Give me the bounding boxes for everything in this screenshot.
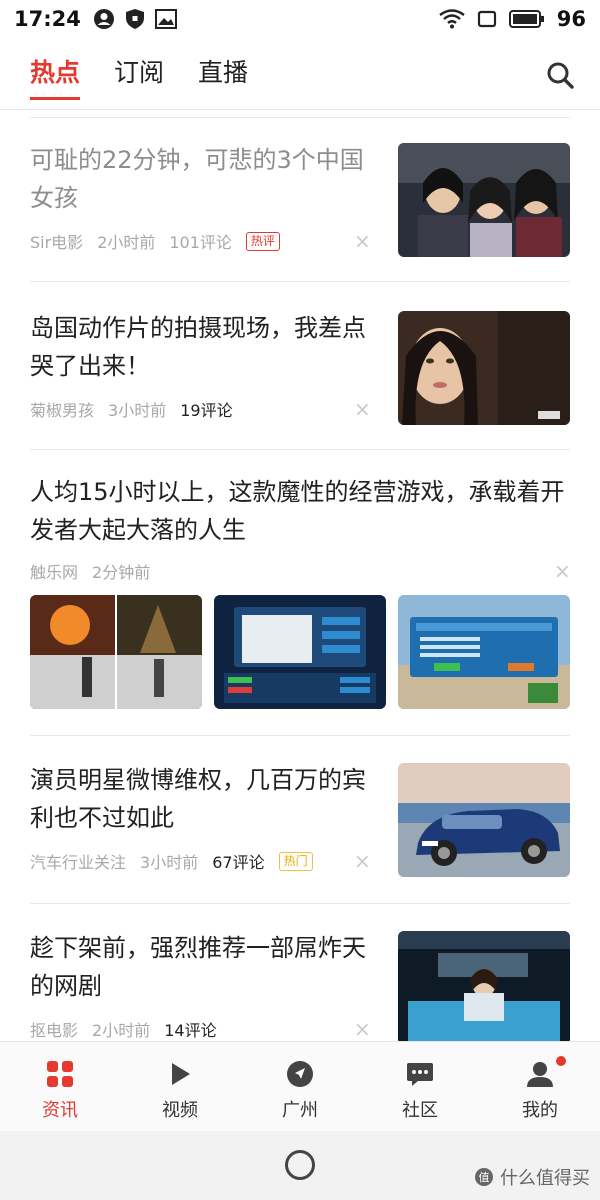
- news-thumbnail: [398, 143, 570, 257]
- dismiss-icon[interactable]: ×: [354, 399, 371, 419]
- divider: [30, 735, 570, 736]
- battery-level: 96: [556, 7, 586, 31]
- system-nav-bar: 值 什么值得买: [0, 1131, 600, 1200]
- news-comments: 67评论: [212, 853, 265, 872]
- account-icon: [93, 9, 114, 29]
- news-title: 趁下架前，强烈推荐一部屌炸天的网剧: [30, 934, 366, 1000]
- nav-label: 资讯: [42, 1100, 78, 1121]
- nav-label: 我的: [522, 1100, 558, 1121]
- news-source: 抠电影: [30, 1021, 79, 1040]
- divider: [30, 281, 570, 282]
- news-feed[interactable]: 可耻的22分钟，可悲的3个中国女孩 Sir电影 2小时前 101评论 热评 × …: [0, 111, 600, 1041]
- sim-card-icon: [477, 10, 496, 28]
- dismiss-icon[interactable]: ×: [354, 1019, 371, 1039]
- tab-live[interactable]: 直播: [198, 40, 248, 110]
- dismiss-icon[interactable]: ×: [354, 851, 371, 871]
- trending-badge: 热门: [278, 851, 313, 871]
- nav-news[interactable]: 资讯: [0, 1042, 120, 1131]
- watermark-text: 什么值得买: [500, 1168, 590, 1189]
- image-icon: [154, 9, 177, 29]
- news-title: 演员明星微博维权，几百万的宾利也不过如此: [30, 766, 366, 832]
- hot-comment-badge: 热评: [245, 231, 280, 251]
- news-meta: 汽车行业关注 3小时前 67评论 热门: [30, 849, 313, 873]
- news-comments: 14评论: [164, 1021, 217, 1040]
- nav-label: 广州: [282, 1100, 318, 1121]
- dismiss-icon[interactable]: ×: [554, 561, 571, 581]
- watermark: 值 什么值得买: [474, 1164, 590, 1190]
- news-source: 触乐网: [30, 563, 79, 582]
- news-time: 2小时前: [97, 233, 156, 252]
- nav-city[interactable]: 广州: [240, 1042, 360, 1131]
- news-time: 3小时前: [108, 401, 167, 420]
- status-bar: 17:24 96: [0, 0, 600, 38]
- news-title: 可耻的22分钟，可悲的3个中国女孩: [30, 146, 364, 212]
- nav-community[interactable]: 社区: [360, 1042, 480, 1131]
- news-time: 2小时前: [92, 1021, 151, 1040]
- news-item[interactable]: 岛国动作片的拍摄现场，我差点哭了出来！ 菊椒男孩 3小时前 19评论 ×: [30, 309, 570, 429]
- news-thumbnail: [398, 595, 570, 709]
- news-source: Sir电影: [30, 233, 84, 252]
- tab-subscribe[interactable]: 订阅: [114, 40, 164, 110]
- notification-dot: [556, 1056, 566, 1066]
- news-source: 汽车行业关注: [30, 853, 127, 872]
- news-thumbnail: [214, 595, 386, 709]
- news-thumbnail: [398, 763, 570, 877]
- nav-video[interactable]: 视频: [120, 1042, 240, 1131]
- news-item[interactable]: 演员明星微博维权，几百万的宾利也不过如此 汽车行业关注 3小时前 67评论 热门…: [30, 761, 570, 881]
- divider: [30, 117, 570, 118]
- news-comments: 19评论: [180, 401, 233, 420]
- smzdm-logo-icon: 值: [475, 1168, 493, 1186]
- search-icon[interactable]: [546, 61, 574, 89]
- shield-icon: [125, 9, 144, 29]
- location-compass-icon: [287, 1061, 313, 1087]
- battery-icon: [508, 10, 544, 28]
- news-meta: 触乐网 2分钟前: [30, 559, 150, 583]
- nav-label: 社区: [402, 1100, 438, 1121]
- news-item[interactable]: 趁下架前，强烈推荐一部屌炸天的网剧 抠电影 2小时前 14评论 ×: [30, 929, 570, 1041]
- news-meta: 抠电影 2小时前 14评论: [30, 1017, 217, 1041]
- news-image-row: [30, 595, 570, 709]
- news-grid-icon: [47, 1061, 73, 1087]
- svg-text:值: 值: [479, 1171, 490, 1184]
- news-thumbnail: [30, 595, 202, 709]
- nav-profile[interactable]: 我的: [480, 1042, 600, 1131]
- play-icon: [172, 1063, 190, 1085]
- bottom-nav: 资讯 视频 广州 社区 我的: [0, 1041, 600, 1131]
- news-item[interactable]: 人均15小时以上，这款魔性的经营游戏，承载着开发者大起大落的人生 触乐网 2分钟…: [30, 473, 571, 582]
- chat-bubble-icon: [407, 1063, 433, 1086]
- home-button[interactable]: [285, 1150, 315, 1180]
- news-time: 2分钟前: [92, 563, 151, 582]
- news-title: 岛国动作片的拍摄现场，我差点哭了出来！: [30, 314, 366, 380]
- news-meta: 菊椒男孩 3小时前 19评论: [30, 397, 233, 421]
- dismiss-icon[interactable]: ×: [354, 231, 371, 251]
- news-source: 菊椒男孩: [30, 401, 95, 420]
- news-title: 人均15小时以上，这款魔性的经营游戏，承载着开发者大起大落的人生: [30, 478, 565, 544]
- top-tab-bar: 热点 订阅 直播: [0, 40, 600, 110]
- tab-hot[interactable]: 热点: [30, 40, 81, 110]
- user-icon: [527, 1062, 553, 1087]
- news-thumbnail: [398, 311, 570, 425]
- status-time: 17:24: [14, 7, 81, 31]
- news-comments: 101评论: [169, 233, 232, 252]
- news-time: 3小时前: [140, 853, 199, 872]
- news-thumbnail: [398, 931, 570, 1041]
- divider: [30, 903, 570, 904]
- nav-label: 视频: [162, 1100, 198, 1121]
- news-meta: Sir电影 2小时前 101评论 热评: [30, 229, 280, 253]
- wifi-icon: [439, 9, 465, 29]
- divider: [30, 449, 570, 450]
- news-item[interactable]: 可耻的22分钟，可悲的3个中国女孩 Sir电影 2小时前 101评论 热评 ×: [30, 141, 570, 261]
